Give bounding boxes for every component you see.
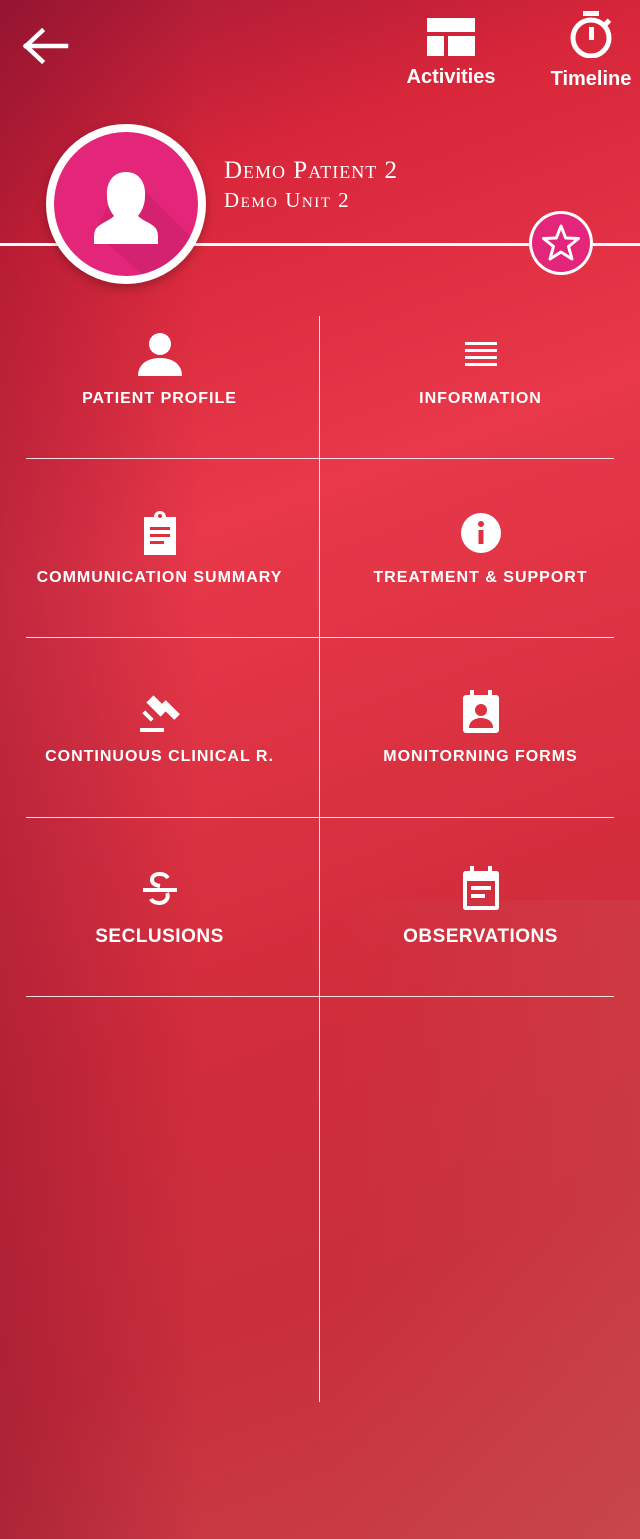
patient-unit: Demo Unit 2 bbox=[224, 188, 351, 212]
tile-label: COMMUNICATION SUMMARY bbox=[36, 569, 283, 586]
arrow-left-icon bbox=[22, 27, 69, 65]
patient-name: Demo Patient 2 bbox=[224, 157, 398, 184]
tile-seclusions[interactable]: SECLUSIONS bbox=[13, 817, 306, 995]
lines-icon bbox=[464, 342, 497, 366]
timeline-button[interactable]: Timeline bbox=[545, 11, 637, 91]
star-outline-icon bbox=[542, 224, 580, 261]
tile-label: TREATMENT & SUPPORT bbox=[373, 569, 588, 586]
tile-label: CONTINUOUS CLINICAL R. bbox=[45, 748, 274, 765]
tile-continuous-clinical[interactable]: CONTINUOUS CLINICAL R. bbox=[13, 638, 306, 816]
activities-label: Activities bbox=[406, 66, 496, 88]
contact-calendar-icon bbox=[462, 690, 499, 733]
timeline-label: Timeline bbox=[550, 68, 632, 90]
tile-communication-summary[interactable]: COMMUNICATION SUMMARY bbox=[13, 459, 306, 637]
tile-label: SECLUSIONS bbox=[95, 926, 224, 947]
calendar-note-icon bbox=[462, 866, 499, 910]
clipboard-icon bbox=[143, 511, 176, 555]
person-icon bbox=[137, 333, 182, 376]
tile-label: OBSERVATIONS bbox=[403, 926, 558, 947]
gavel-icon bbox=[139, 695, 180, 732]
tile-label: MONITORNING FORMS bbox=[383, 748, 578, 765]
avatar bbox=[46, 124, 206, 284]
tile-monitoring-forms[interactable]: MONITORNING FORMS bbox=[334, 638, 627, 816]
tile-label: INFORMATION bbox=[419, 390, 542, 407]
stopwatch-icon bbox=[570, 11, 612, 58]
info-circle-icon bbox=[460, 513, 501, 553]
favorite-button[interactable] bbox=[529, 211, 593, 275]
tile-information[interactable]: INFORMATION bbox=[334, 280, 627, 458]
grid-vertical-divider bbox=[319, 316, 320, 1402]
tile-label: PATIENT PROFILE bbox=[82, 390, 237, 407]
tile-observations[interactable]: OBSERVATIONS bbox=[334, 817, 627, 995]
strikethrough-icon bbox=[142, 871, 177, 906]
dashboard-layout-icon bbox=[427, 18, 475, 56]
tile-patient-profile[interactable]: PATIENT PROFILE bbox=[13, 280, 306, 458]
female-user-icon bbox=[94, 172, 198, 276]
tile-treatment-support[interactable]: TREATMENT & SUPPORT bbox=[334, 459, 627, 637]
grid-row-divider bbox=[26, 996, 614, 997]
back-button[interactable] bbox=[22, 26, 72, 66]
activities-button[interactable]: Activities bbox=[400, 18, 502, 89]
